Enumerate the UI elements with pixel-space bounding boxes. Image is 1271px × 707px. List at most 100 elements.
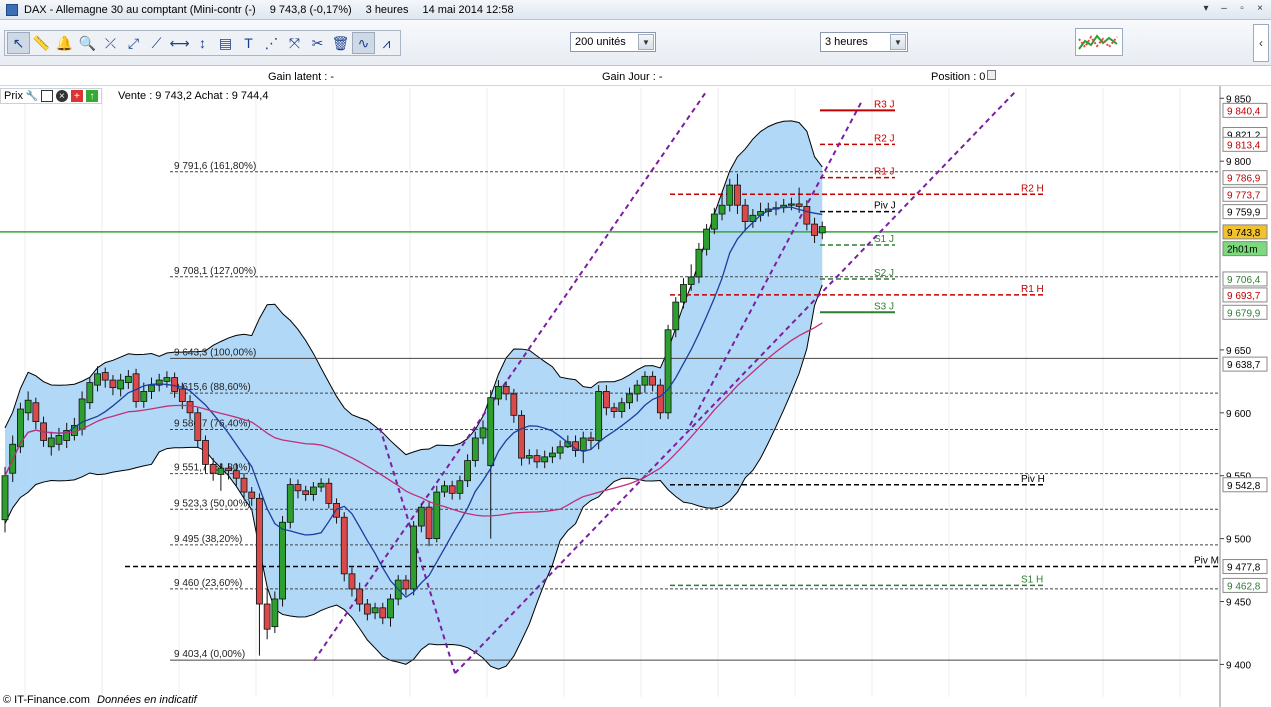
candle-body	[294, 484, 302, 492]
pivot-label: Piv H	[1021, 474, 1045, 485]
prix-label: Prix	[4, 90, 23, 102]
candle-body	[741, 204, 749, 222]
candle-body	[556, 446, 564, 454]
horizontal-line-icon[interactable]: ⟷	[168, 32, 191, 54]
minimize-icon[interactable]: –	[1217, 2, 1231, 16]
price-tag-label: 9 679,9	[1227, 308, 1261, 319]
move-up-icon[interactable]: ↑	[85, 90, 98, 102]
tools-icon[interactable]: ✂	[306, 32, 329, 54]
price-tag-label: 9 786,9	[1227, 174, 1261, 185]
candle-body	[518, 414, 525, 459]
candle-body	[533, 455, 541, 463]
line-style-icon[interactable]: ∿	[352, 32, 375, 54]
wrench-icon[interactable]: 🔧	[26, 90, 38, 102]
candle-body	[510, 393, 518, 416]
candle-body	[209, 463, 217, 474]
candle-body	[626, 393, 633, 404]
panel-toggle-icon[interactable]: ‹	[1253, 24, 1269, 62]
fibonacci-level-label: 9 586,7 (76,40%)	[174, 419, 251, 430]
candle-body	[225, 467, 232, 472]
candle-body	[47, 437, 55, 448]
ruler-icon[interactable]: 📏	[30, 32, 53, 54]
channel-icon[interactable]: ⋰	[260, 32, 283, 54]
chart-canvas[interactable]: 9 791,6 (161,80%) 9 708,1 (127,00%) 9 643,…	[0, 86, 1271, 707]
price-chart[interactable]: 9 791,6 (161,80%) 9 708,1 (127,00%) 9 643,…	[0, 86, 1271, 707]
candle-body	[433, 491, 441, 540]
candle-body	[263, 603, 271, 630]
candle-body	[363, 603, 371, 615]
candle-body	[417, 506, 425, 527]
chevron-down-icon[interactable]: ▼	[890, 34, 906, 50]
instrument-name: DAX - Allemagne 30 au comptant (Mini-con…	[24, 3, 256, 16]
candle-body	[726, 184, 734, 206]
fibonacci-icon[interactable]: ⤫	[99, 32, 122, 54]
maximize-icon[interactable]: ▫	[1235, 2, 1249, 16]
price-axis-label: 9 450	[1226, 598, 1251, 609]
candle-body	[803, 206, 811, 225]
close-circle-icon[interactable]: ×	[55, 90, 68, 102]
candle-body	[402, 579, 410, 590]
candle-body	[325, 482, 333, 504]
footer: © IT-Finance.com Données en indicatif	[3, 694, 197, 706]
pattern-icon[interactable]: ⩘	[375, 32, 398, 54]
trendline-icon[interactable]: ⤢	[122, 32, 145, 54]
candle-body	[656, 384, 664, 414]
pivot-label: R1 H	[1021, 284, 1044, 295]
window-menu-icon[interactable]: ▾	[1199, 2, 1213, 16]
candle-body	[78, 398, 86, 430]
candle-body	[734, 184, 741, 206]
add-indicator-icon[interactable]: +	[70, 90, 83, 102]
vertical-line-icon[interactable]: ↕	[191, 32, 214, 54]
candle-body	[348, 573, 356, 590]
gain-jour: Gain Jour : -	[602, 71, 663, 83]
gain-latent: Gain latent : -	[268, 71, 335, 83]
candle-body	[703, 228, 711, 250]
cursor-icon[interactable]: ↖	[7, 32, 30, 54]
window-icon[interactable]	[40, 90, 53, 102]
close-icon[interactable]: ×	[1253, 2, 1267, 16]
indicator-icon[interactable]: ▤	[214, 32, 237, 54]
candle-body	[186, 401, 194, 414]
candle-body	[641, 375, 649, 386]
position-details-icon[interactable]	[987, 70, 996, 80]
candle-body	[109, 379, 117, 389]
candle-body	[279, 521, 286, 600]
zoom-icon[interactable]: 🔍	[76, 32, 99, 54]
price-tag-label: 9 813,4	[1227, 140, 1261, 151]
candle-body	[140, 391, 148, 402]
units-select[interactable]: 200 unités ▼	[570, 32, 656, 52]
chart-style-button[interactable]	[1075, 28, 1123, 56]
price-axis-label: 9 400	[1226, 660, 1251, 671]
bid-ask-quote: Vente : 9 743,2 Achat : 9 744,4	[118, 90, 269, 102]
candle-body	[687, 276, 695, 285]
pitchfork-icon[interactable]: ⤧	[283, 32, 306, 54]
candle-body	[649, 375, 657, 386]
chevron-down-icon[interactable]: ▼	[638, 34, 654, 50]
alarm-bell-icon[interactable]: 🔔	[53, 32, 76, 54]
pivot-label: R2 H	[1021, 183, 1044, 194]
period-select-value: 3 heures	[825, 36, 868, 48]
pivot-label: R3 J	[874, 99, 895, 110]
candle-body	[464, 460, 472, 482]
period-select[interactable]: 3 heures ▼	[820, 32, 908, 52]
candle-body	[695, 248, 703, 278]
candle-body	[479, 427, 487, 439]
price-axis-label: 9 500	[1226, 535, 1251, 546]
candle-body	[286, 484, 294, 523]
price-axis-label: 9 650	[1226, 346, 1251, 357]
candle-body	[202, 440, 209, 465]
drawing-tools: ↖ 📏 🔔 🔍 ⤫ ⤢ ⟋ ⟷ ↕ ▤ T ⋰ ⤧ ✂ 🗑 ∿ ⩘	[4, 30, 401, 56]
candle-body	[101, 372, 109, 381]
price-tag-label: 9 706,4	[1227, 275, 1261, 286]
ray-icon[interactable]: ⟋	[145, 32, 168, 54]
candle-body	[664, 329, 672, 414]
candle-body	[178, 388, 186, 402]
candle-body	[795, 203, 803, 207]
candle-body	[171, 377, 179, 392]
title-bar: DAX - Allemagne 30 au comptant (Mini-con…	[0, 0, 1271, 20]
candle-body	[256, 497, 263, 605]
candle-body	[302, 490, 310, 495]
trash-icon[interactable]: 🗑	[329, 32, 352, 54]
candle-body	[818, 226, 826, 234]
text-icon[interactable]: T	[237, 32, 260, 54]
